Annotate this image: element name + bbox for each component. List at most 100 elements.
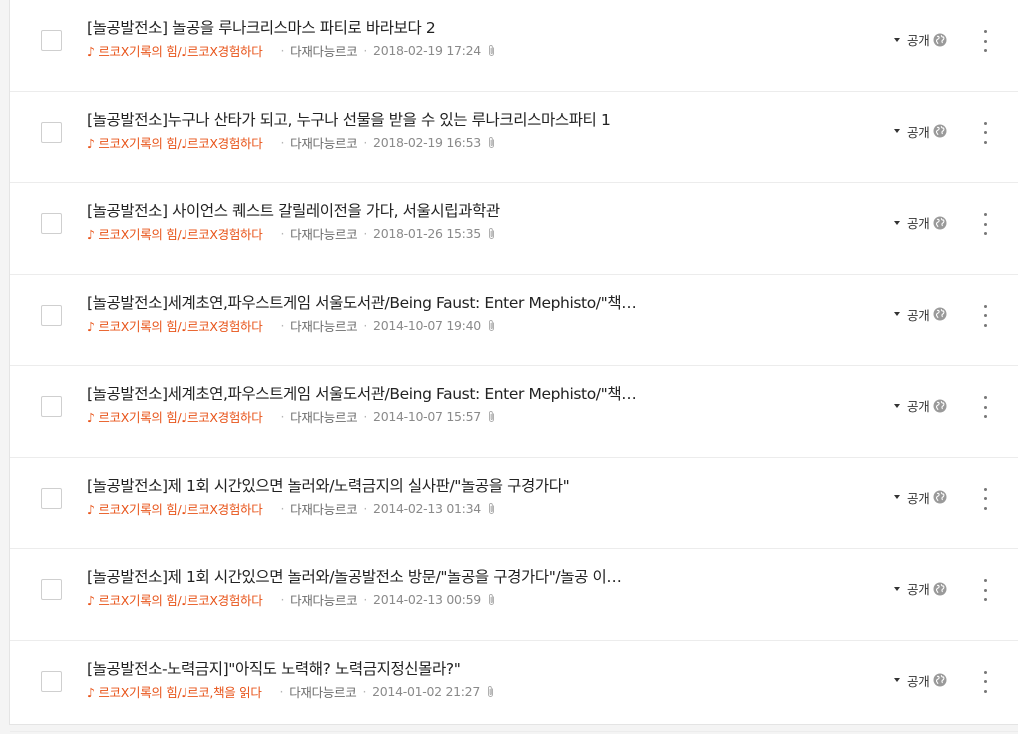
post-category[interactable]: ♪ 르코X기록의 힘/♩르코X경험하다 bbox=[87, 590, 263, 609]
post-date: 2014-01-02 21:27 bbox=[372, 683, 480, 699]
more-vertical-icon[interactable] bbox=[978, 487, 992, 510]
post-row: [놀공발전소-노력금지]"아직도 노력해? 노력금지정신몰라?" ♪ 르코X기록… bbox=[10, 641, 1018, 732]
caret-down-icon bbox=[894, 586, 900, 591]
row-checkbox[interactable] bbox=[41, 487, 62, 509]
visibility-dropdown[interactable]: 공개 bbox=[894, 30, 947, 49]
meta-separator: · bbox=[363, 409, 368, 424]
paperclip-icon bbox=[487, 319, 496, 332]
visibility-dropdown[interactable]: 공개 bbox=[894, 579, 947, 598]
post-meta: ♪ 르코X기록의 힘/♩르코X경험하다 · 다재다능르코 · 2014-10-0… bbox=[87, 316, 496, 335]
post-author[interactable]: 다재다능르코 bbox=[290, 407, 358, 426]
visibility-dropdown[interactable]: 공개 bbox=[894, 396, 947, 415]
post-category[interactable]: ♪ 르코X기록의 힘/♩르코X경험하다 bbox=[87, 407, 263, 426]
more-vertical-icon[interactable] bbox=[978, 396, 992, 418]
globe-icon bbox=[933, 216, 947, 230]
post-meta: ♪ 르코X기록의 힘/♩르코X경험하다 · 다재다능르코 · 2014-02-1… bbox=[87, 499, 496, 518]
meta-separator: · bbox=[280, 409, 285, 424]
post-title[interactable]: [놀공발전소] 사이언스 퀘스트 갈릴레이전을 가다, 서울시립과학관 bbox=[87, 199, 500, 221]
row-checkbox[interactable] bbox=[41, 304, 62, 326]
visibility-label: 공개 bbox=[907, 673, 930, 689]
paperclip-icon bbox=[487, 593, 496, 606]
row-checkbox[interactable] bbox=[41, 213, 62, 234]
caret-down-icon bbox=[894, 495, 900, 499]
row-checkbox[interactable] bbox=[41, 670, 62, 692]
caret-down-icon bbox=[894, 678, 900, 682]
row-checkbox[interactable] bbox=[41, 396, 62, 417]
visibility-dropdown[interactable]: 공개 bbox=[894, 488, 947, 507]
meta-separator: · bbox=[363, 500, 368, 516]
more-vertical-icon[interactable] bbox=[978, 213, 992, 235]
visibility-dropdown[interactable]: 공개 bbox=[894, 305, 947, 324]
paperclip-icon bbox=[487, 502, 496, 515]
post-title[interactable]: [놀공발전소]세계초연,파우스트게임 서울도서관/Being Faust: En… bbox=[87, 291, 637, 313]
post-row: [놀공발전소]누구나 산타가 되고, 누구나 선물을 받을 수 있는 루나크리스… bbox=[10, 92, 1018, 183]
post-date: 2014-10-07 15:57 bbox=[373, 409, 481, 424]
post-title[interactable]: [놀공발전소]제 1회 시간있으면 놀러와/노력금지의 실사판/"놀공을 구경가… bbox=[87, 474, 570, 496]
visibility-dropdown[interactable]: 공개 bbox=[894, 122, 947, 141]
post-category[interactable]: ♪ 르코X기록의 힘/♩르코X경험하다 bbox=[87, 499, 263, 518]
post-date: 2014-02-13 01:34 bbox=[373, 500, 481, 516]
row-checkbox[interactable] bbox=[41, 121, 62, 143]
caret-down-icon bbox=[894, 129, 900, 133]
post-category[interactable]: ♪ 르코X기록의 힘/♩르코X경험하다 bbox=[87, 224, 263, 243]
visibility-dropdown[interactable]: 공개 bbox=[894, 671, 947, 690]
post-category[interactable]: ♪ 르코X기록의 힘/♩르코X경험하다 bbox=[87, 316, 263, 335]
post-category[interactable]: ♪ 르코X기록의 힘/♩르코X경험하다 bbox=[87, 41, 263, 60]
post-row: [놀공발전소]세계초연,파우스트게임 서울도서관/Being Faust: En… bbox=[10, 275, 1018, 366]
visibility-dropdown[interactable]: 공개 bbox=[894, 213, 947, 232]
caret-down-icon bbox=[894, 312, 900, 316]
post-meta: ♪ 르코X기록의 힘/♩르코X경험하다 · 다재다능르코 · 2014-10-0… bbox=[87, 407, 496, 426]
row-checkbox[interactable] bbox=[41, 30, 62, 51]
post-author[interactable]: 다재다능르코 bbox=[289, 682, 357, 701]
visibility-label: 공개 bbox=[907, 582, 930, 597]
visibility-label: 공개 bbox=[907, 490, 930, 506]
post-title[interactable]: [놀공발전소] 놀공을 루나크리스마스 파티로 바라보다 2 bbox=[87, 16, 436, 38]
post-date: 2018-02-19 16:53 bbox=[373, 134, 481, 150]
visibility-label: 공개 bbox=[907, 124, 930, 140]
post-meta: ♪ 르코X기록의 힘/♩르코X경험하다 · 다재다능르코 · 2018-02-1… bbox=[87, 41, 496, 60]
more-vertical-icon[interactable] bbox=[978, 670, 992, 693]
post-row: [놀공발전소]제 1회 시간있으면 놀러와/노력금지의 실사판/"놀공을 구경가… bbox=[10, 458, 1018, 549]
meta-separator: · bbox=[363, 317, 368, 333]
meta-separator: · bbox=[280, 226, 285, 241]
post-title[interactable]: [놀공발전소]세계초연,파우스트게임 서울도서관/Being Faust: En… bbox=[87, 382, 637, 404]
more-vertical-icon[interactable] bbox=[978, 121, 992, 144]
post-author[interactable]: 다재다능르코 bbox=[290, 224, 358, 243]
meta-separator: · bbox=[362, 683, 367, 699]
row-checkbox[interactable] bbox=[41, 579, 62, 600]
post-category[interactable]: ♪ 르코X기록의 힘/♩르코X경험하다 bbox=[87, 133, 263, 152]
meta-separator: · bbox=[363, 134, 368, 150]
globe-icon bbox=[933, 124, 947, 138]
post-author[interactable]: 다재다능르코 bbox=[290, 133, 358, 152]
post-title[interactable]: [놀공발전소]제 1회 시간있으면 놀러와/놀공발전소 방문/"놀공을 구경가다… bbox=[87, 565, 622, 587]
post-author[interactable]: 다재다능르코 bbox=[290, 316, 358, 335]
post-category[interactable]: ♪ 르코X기록의 힘/♩르코,책을 읽다 bbox=[87, 682, 262, 701]
globe-icon bbox=[933, 399, 947, 413]
visibility-label: 공개 bbox=[907, 216, 930, 231]
post-date: 2014-02-13 00:59 bbox=[373, 592, 481, 607]
post-row: [놀공발전소]제 1회 시간있으면 놀러와/놀공발전소 방문/"놀공을 구경가다… bbox=[10, 549, 1018, 641]
post-meta: ♪ 르코X기록의 힘/♩르코,책을 읽다 · 다재다능르코 · 2014-01-… bbox=[87, 682, 495, 701]
post-meta: ♪ 르코X기록의 힘/♩르코X경험하다 · 다재다능르코 · 2014-02-1… bbox=[87, 590, 496, 609]
post-title[interactable]: [놀공발전소-노력금지]"아직도 노력해? 노력금지정신몰라?" bbox=[87, 657, 461, 679]
caret-down-icon bbox=[894, 220, 900, 225]
visibility-label: 공개 bbox=[907, 33, 930, 48]
post-title[interactable]: [놀공발전소]누구나 산타가 되고, 누구나 선물을 받을 수 있는 루나크리스… bbox=[87, 108, 611, 130]
globe-icon bbox=[933, 307, 947, 321]
post-meta: ♪ 르코X기록의 힘/♩르코X경험하다 · 다재다능르코 · 2018-01-2… bbox=[87, 224, 496, 243]
paperclip-icon bbox=[487, 136, 496, 149]
more-vertical-icon[interactable] bbox=[978, 30, 992, 52]
caret-down-icon bbox=[894, 403, 900, 408]
more-vertical-icon[interactable] bbox=[978, 304, 992, 327]
paperclip-icon bbox=[487, 227, 496, 240]
more-vertical-icon[interactable] bbox=[978, 579, 992, 601]
meta-separator: · bbox=[363, 592, 368, 607]
post-row: [놀공발전소] 놀공을 루나크리스마스 파티로 바라보다 2 ♪ 르코X기록의 … bbox=[10, 0, 1018, 92]
globe-icon bbox=[933, 673, 947, 687]
post-author[interactable]: 다재다능르코 bbox=[290, 590, 358, 609]
post-author[interactable]: 다재다능르코 bbox=[290, 499, 358, 518]
visibility-label: 공개 bbox=[907, 399, 930, 414]
post-author[interactable]: 다재다능르코 bbox=[290, 41, 358, 60]
post-date: 2014-10-07 19:40 bbox=[373, 317, 481, 333]
globe-icon bbox=[933, 490, 947, 504]
